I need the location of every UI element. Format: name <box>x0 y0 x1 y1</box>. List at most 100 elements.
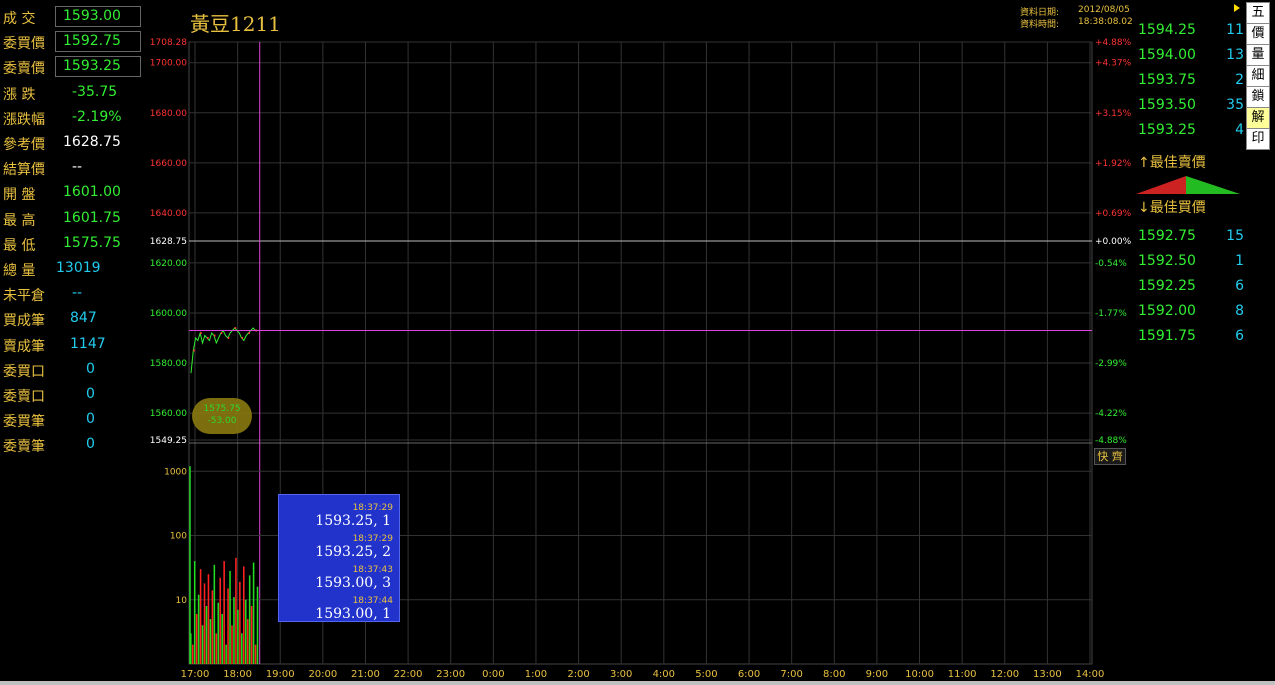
volume-bar <box>201 625 204 664</box>
x-tick-label: 5:00 <box>695 669 717 680</box>
x-tick-label: 13:00 <box>1033 669 1062 680</box>
price-tick-mark <box>214 334 216 337</box>
x-tick-label: 17:00 <box>181 669 210 680</box>
ask-row[interactable]: 1593.50 35 <box>1138 95 1244 119</box>
side-button-5[interactable]: 解 <box>1246 107 1270 129</box>
volume-tick-label: 1000 <box>164 467 187 477</box>
bid-row[interactable]: 1592.25 6 <box>1138 276 1244 300</box>
bid-row[interactable]: 1592.50 1 <box>1138 251 1244 275</box>
price-tick-label: 1600.00 <box>150 309 187 319</box>
price-tick-label: 1660.00 <box>150 159 187 169</box>
price-tick-mark <box>234 327 237 330</box>
ask-row[interactable]: 1594.00 13 <box>1138 45 1244 69</box>
x-tick-label: 2:00 <box>567 669 589 680</box>
volume-bar <box>193 561 196 664</box>
status-bar <box>0 681 1275 685</box>
book-qty: 1 <box>1235 253 1244 269</box>
side-button-3[interactable]: 細 <box>1246 65 1270 87</box>
price-tick-mark <box>207 337 209 340</box>
price-tick-mark <box>227 337 230 340</box>
x-tick-label: 0:00 <box>482 669 504 680</box>
low-marker: 1575.75 -53.00 <box>192 398 252 434</box>
book-qty: 6 <box>1235 328 1244 344</box>
bid-ask-ratio-indicator <box>1136 176 1240 194</box>
percent-tick-label: +1.92% <box>1095 159 1132 169</box>
price-tick-label: 1580.00 <box>150 359 187 369</box>
bid-row[interactable]: 1591.75 6 <box>1138 326 1244 350</box>
volume-bar <box>237 609 239 664</box>
volume-bar <box>235 557 237 664</box>
collapse-arrow-icon[interactable] <box>1234 4 1240 12</box>
x-tick-label: 10:00 <box>905 669 934 680</box>
price-line <box>190 327 258 374</box>
low-marker-change: -53.00 <box>207 416 237 426</box>
volume-bar <box>215 633 218 664</box>
price-tick-mark <box>193 349 195 352</box>
volume-bar <box>209 619 212 664</box>
volume-bar <box>252 562 255 664</box>
ask-row[interactable]: 1593.75 2 <box>1138 70 1244 94</box>
side-button-0[interactable]: 五 <box>1246 2 1270 24</box>
price-tick-label: 1680.00 <box>150 109 187 119</box>
x-tick-label: 3:00 <box>610 669 632 680</box>
price-volume-chart: 17:00 18:00 19:00 20:00 21:00 22:00 23:00 0:00 1… <box>150 38 1132 680</box>
volume-bar <box>223 561 225 664</box>
price-tick-mark <box>248 332 250 335</box>
ticker-trade: 1593.25, 2 <box>315 544 391 560</box>
book-price: 1593.50 <box>1138 97 1196 113</box>
x-tick-label: 8:00 <box>823 669 845 680</box>
volume-bar <box>248 575 251 664</box>
percent-tick-label: -0.54% <box>1095 259 1127 269</box>
x-tick-label: 23:00 <box>436 669 465 680</box>
book-qty: 6 <box>1235 278 1244 294</box>
volume-bar <box>256 586 259 664</box>
x-tick-label: 18:00 <box>223 669 252 680</box>
book-qty: 4 <box>1235 122 1244 138</box>
bid-row[interactable]: 1592.75 15 <box>1138 226 1244 250</box>
x-tick-label: 20:00 <box>308 669 337 680</box>
best-ask-label: ↑最佳賣價 <box>1138 155 1206 171</box>
book-price: 1593.25 <box>1138 122 1196 138</box>
volume-bar <box>199 569 202 664</box>
percent-tick-label: +3.15% <box>1095 109 1132 119</box>
x-tick-label: 19:00 <box>266 669 295 680</box>
ask-row[interactable]: 1593.25 4 <box>1138 120 1244 144</box>
book-price: 1592.00 <box>1138 303 1196 319</box>
x-tick-label: 9:00 <box>866 669 888 680</box>
volume-bar <box>246 619 249 664</box>
price-tick-label: 1708.28 <box>150 38 187 48</box>
percent-tick-label: -2.99% <box>1095 359 1127 369</box>
book-qty: 2 <box>1235 72 1244 88</box>
book-price: 1593.75 <box>1138 72 1196 88</box>
x-tick-label: 22:00 <box>394 669 423 680</box>
ask-row[interactable]: 1594.25 11 <box>1138 20 1244 44</box>
book-price: 1592.25 <box>1138 278 1196 294</box>
percent-tick-label: -1.77% <box>1095 309 1127 319</box>
volume-tick-label: 100 <box>170 532 187 542</box>
quick-button[interactable]: 快 齊 <box>1094 448 1126 465</box>
bid-row[interactable]: 1592.00 8 <box>1138 301 1244 325</box>
volume-bar <box>217 602 220 664</box>
side-button-2[interactable]: 量 <box>1246 44 1270 66</box>
book-qty: 15 <box>1226 228 1244 244</box>
volume-bar <box>205 605 208 664</box>
side-button-1[interactable]: 價 <box>1246 23 1270 45</box>
volume-bar <box>250 605 253 664</box>
price-tick-mark <box>200 332 202 335</box>
price-tick-label: 1620.00 <box>150 259 187 269</box>
book-qty: 35 <box>1226 97 1244 113</box>
book-price: 1594.25 <box>1138 22 1196 38</box>
ticker-time: 18:37:43 <box>352 565 393 575</box>
volume-bar <box>213 564 216 664</box>
percent-tick-label: +0.00% <box>1095 237 1132 247</box>
price-tick-mark <box>220 332 223 335</box>
volume-bar <box>241 633 243 664</box>
side-button-4[interactable]: 鎖 <box>1246 86 1270 108</box>
book-price: 1594.00 <box>1138 47 1196 63</box>
x-tick-label: 7:00 <box>780 669 802 680</box>
volume-bar <box>211 590 214 664</box>
percent-tick-label: -4.88% <box>1095 436 1127 446</box>
volume-bar <box>244 599 247 664</box>
side-button-6[interactable]: 印 <box>1246 128 1270 150</box>
volume-bar <box>239 581 241 664</box>
